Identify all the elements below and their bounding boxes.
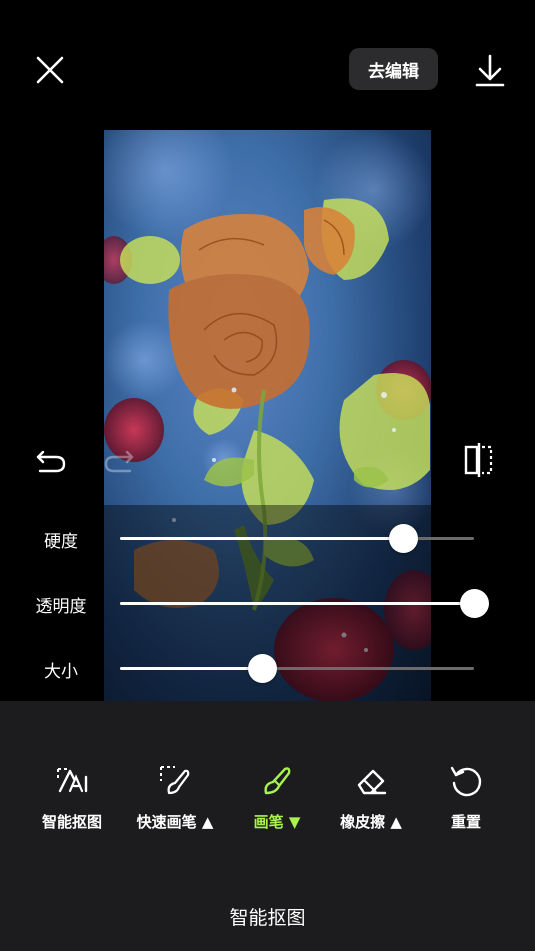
tool-brush[interactable]: 画笔 ▼: [227, 761, 327, 832]
opacity-slider[interactable]: [120, 589, 489, 618]
size-label: 大小: [44, 662, 78, 682]
hardness-slider-row: 硬度: [0, 518, 535, 558]
go-edit-button[interactable]: 去编辑: [349, 48, 438, 90]
brush-settings-panel: 硬度 透明度 大小: [0, 505, 535, 701]
tool-smart-cutout[interactable]: 智能抠图: [22, 761, 122, 832]
tool-reset[interactable]: 重置: [416, 761, 516, 832]
tool-label: 画笔 ▼: [253, 813, 301, 831]
smart-cutout-icon: [57, 768, 88, 793]
redo-icon: [104, 450, 134, 473]
opacity-slider-row: 透明度: [0, 583, 535, 623]
reset-icon: [450, 766, 482, 797]
hardness-slider-thumb[interactable]: [389, 524, 418, 553]
close-icon: [36, 56, 64, 84]
size-slider-row: 大小: [0, 648, 535, 688]
download-button[interactable]: [470, 50, 510, 90]
eraser-icon: [357, 769, 387, 795]
opacity-label: 透明度: [35, 597, 87, 617]
quick-brush-icon: [160, 766, 190, 795]
compare-icon: [464, 443, 493, 477]
compare-button[interactable]: [462, 441, 496, 479]
hardness-slider[interactable]: [120, 524, 474, 553]
size-slider-fill: [120, 667, 262, 670]
tool-label: 快速画笔 ▲: [136, 813, 214, 831]
tool-label: 橡皮擦 ▲: [340, 813, 402, 831]
close-button[interactable]: [32, 52, 68, 88]
tool-quick-brush[interactable]: 快速画笔 ▲: [125, 761, 225, 832]
mode-title: 智能抠图: [229, 907, 306, 929]
undo-button[interactable]: [34, 443, 68, 477]
size-slider-thumb[interactable]: [248, 654, 277, 683]
opacity-slider-thumb[interactable]: [460, 589, 489, 618]
tool-panel: 智能抠图 快速画笔 ▲ 画笔 ▼ 橡皮擦 ▲ 重置 智能抠图: [0, 701, 535, 951]
undo-icon: [36, 450, 66, 473]
redo-button[interactable]: [102, 443, 136, 477]
tool-label: 重置: [450, 813, 481, 831]
tool-label: 智能抠图: [41, 813, 102, 831]
opacity-slider-fill: [120, 602, 474, 605]
tool-eraser[interactable]: 橡皮擦 ▲: [321, 761, 421, 832]
download-icon: [475, 54, 505, 87]
size-slider[interactable]: [120, 654, 474, 683]
hardness-label: 硬度: [44, 532, 78, 552]
brush-icon: [264, 767, 291, 795]
top-bar: 去编辑: [0, 0, 535, 130]
hardness-slider-fill: [120, 537, 403, 540]
